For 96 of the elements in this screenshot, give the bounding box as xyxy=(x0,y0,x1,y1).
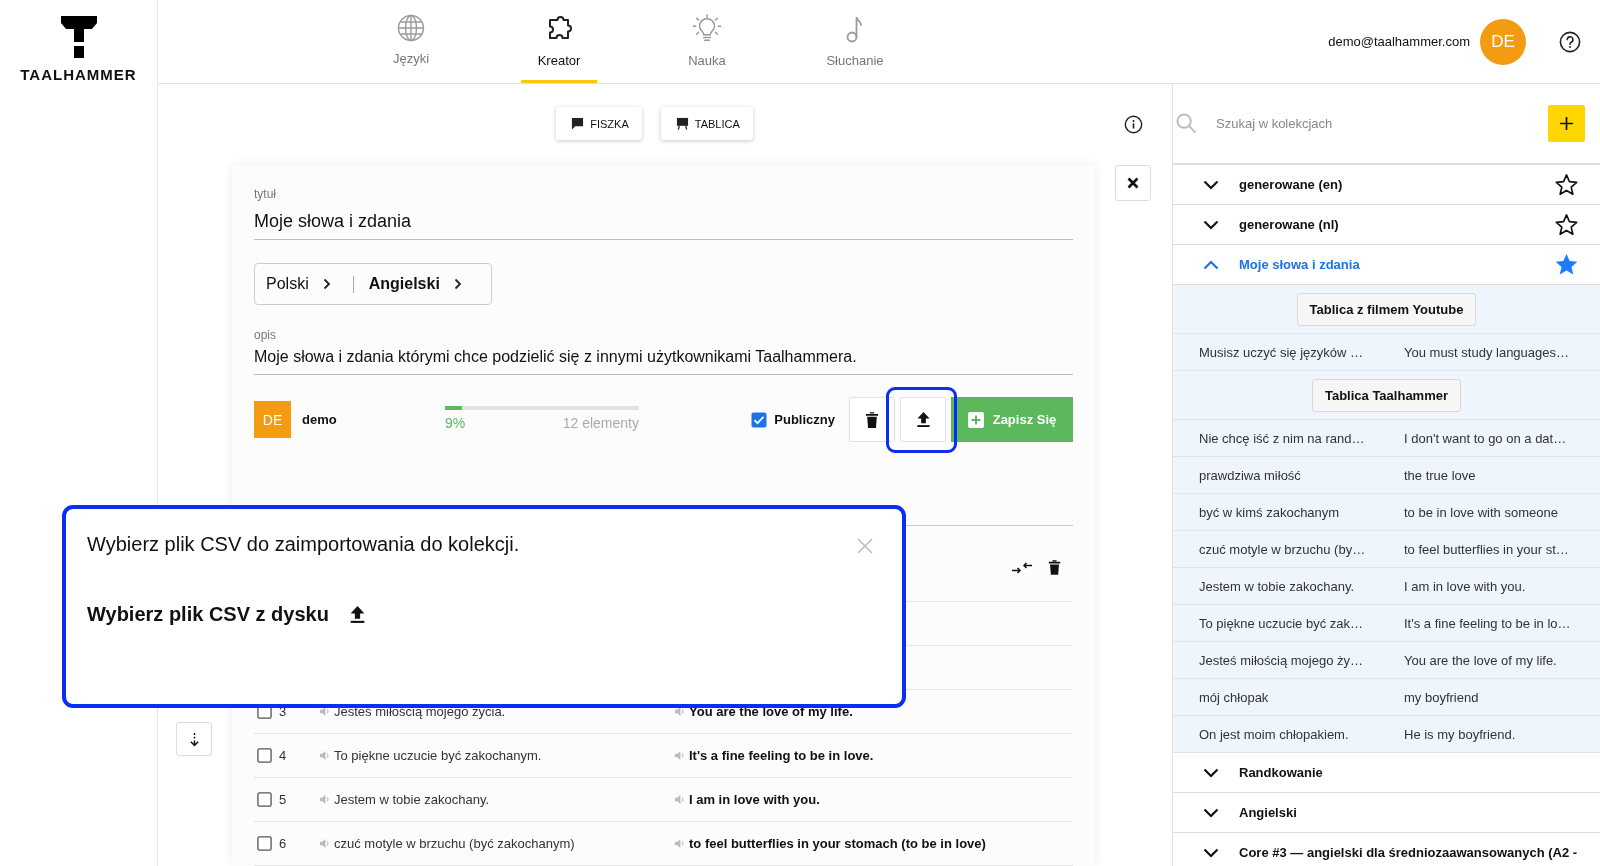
nav-tab[interactable]: Kreator xyxy=(521,0,597,83)
phrase-text: mój chłopak xyxy=(1199,689,1270,705)
collection-toggle[interactable]: Moje słowa i zdania xyxy=(1173,245,1554,284)
star-icon[interactable] xyxy=(1554,252,1579,277)
translation-text: He is my boyfriend. xyxy=(1404,726,1516,742)
upload-icon xyxy=(915,411,931,428)
translation-text: to feel butterflies in your stomach (to be in love) xyxy=(689,836,986,851)
swap-arrows-icon[interactable] xyxy=(1011,560,1033,575)
row-checkbox[interactable] xyxy=(257,748,272,763)
star-outline-icon[interactable] xyxy=(1554,172,1579,197)
row-checkbox[interactable] xyxy=(257,792,272,807)
translation-text: You are the love of my life. xyxy=(1404,652,1557,668)
translation-text: You must study languages… xyxy=(1404,344,1569,360)
trash-icon[interactable] xyxy=(1048,560,1061,575)
phrase-text: Jestem w tobie zakochany. xyxy=(334,792,490,807)
chevron-up-icon xyxy=(1203,259,1219,270)
info-icon[interactable] xyxy=(1123,115,1143,134)
row-number: 5 xyxy=(279,792,288,807)
chat-bubble-icon xyxy=(571,117,585,130)
lightbulb-icon xyxy=(692,14,722,44)
author-name: demo xyxy=(302,412,338,427)
search-icon xyxy=(1176,113,1197,134)
star-outline-icon[interactable] xyxy=(1554,212,1579,237)
phrase-text: Musisz uczyć się języków … xyxy=(1199,344,1364,360)
user-email: demo@taalhammer.com xyxy=(1328,34,1470,49)
progress-percent: 9% xyxy=(445,415,466,431)
translation-text: I don't want to go on a dat… xyxy=(1404,430,1567,446)
title-label: tytuł xyxy=(254,187,276,201)
trash-icon xyxy=(865,411,879,428)
phrase-text: prawdziwa miłość xyxy=(1199,467,1302,483)
chevron-down-icon xyxy=(1203,767,1219,778)
collection-toggle[interactable]: Randkowanie xyxy=(1173,753,1600,792)
plus-square-icon xyxy=(967,411,984,428)
file-pick-button[interactable]: Wybierz plik CSV z dysku xyxy=(87,602,366,626)
translation-text: the true love xyxy=(1404,467,1476,483)
toolbar-button[interactable]: FISZKA xyxy=(556,107,642,140)
translation-text: I am in love with you. xyxy=(689,792,820,807)
translation-text: It's a fine feeling to be in love. xyxy=(689,748,874,763)
delete-button[interactable] xyxy=(849,397,895,442)
board-button[interactable]: Tablica z filmem Youtube xyxy=(1296,292,1477,326)
chevron-down-icon xyxy=(1203,219,1219,230)
source-language-button[interactable]: Polski xyxy=(266,275,331,293)
collection-toggle[interactable]: Angielski xyxy=(1173,793,1600,832)
toolbar-button[interactable]: TABLICA xyxy=(660,107,753,140)
collection-toggle[interactable]: Core #3 — angielski dla średniozaawansowanych (A2 - xyxy=(1173,833,1600,866)
nav-tab[interactable]: Języki xyxy=(373,0,449,83)
logo-text: TAALHAMMER xyxy=(20,66,137,83)
scroll-down-button[interactable] xyxy=(176,722,212,756)
collection-toggle[interactable]: generowane (en) xyxy=(1173,165,1554,204)
item-count: 12 elementy xyxy=(562,415,639,431)
phrase-text: On jest moim chłopakiem. xyxy=(1199,726,1350,742)
phrase-text: To piękne uczucie być zakochanym. xyxy=(334,748,542,763)
chevron-right-icon xyxy=(453,278,462,290)
author-avatar: DE xyxy=(254,401,291,438)
translation-text: It's a fine feeling to be in lo… xyxy=(1404,615,1571,631)
translation-text: to feel butterflies in your st… xyxy=(1404,541,1569,557)
chevron-down-icon xyxy=(1203,847,1219,858)
translation-text: my boyfriend xyxy=(1404,689,1479,705)
chevron-down-icon xyxy=(1203,807,1219,818)
phrase-text: Nie chcę iść z nim na rand… xyxy=(1199,430,1366,446)
public-checkbox[interactable]: Publiczny xyxy=(751,411,835,428)
nav-tab[interactable]: Nauka xyxy=(669,0,745,83)
search-field[interactable]: Szukaj w kolekcjach xyxy=(1176,103,1548,144)
phrase-text: być w kimś zakochanym xyxy=(1199,504,1341,520)
description-label: opis xyxy=(254,328,276,342)
description-field[interactable]: Moje słowa i zdania którymi chce podzielić się z innymi użytkownikami Taalhammera. xyxy=(254,347,1073,375)
add-button[interactable] xyxy=(1548,105,1585,142)
translation-text: to be in love with someone xyxy=(1404,504,1558,520)
phrase-text: To piękne uczucie być zak… xyxy=(1199,615,1365,631)
close-button[interactable] xyxy=(1115,165,1151,201)
target-language-button[interactable]: Angielski xyxy=(368,275,462,293)
phrase-text: Jesteś miłością mojego ży… xyxy=(1199,652,1364,668)
phrase-text: Jesteś miłością mojego życia. xyxy=(334,704,506,719)
close-icon xyxy=(1127,177,1139,189)
row-checkbox[interactable] xyxy=(257,836,272,851)
upload-icon xyxy=(348,604,366,624)
phrase-text: Jestem w tobie zakochany. xyxy=(1199,578,1356,594)
chevron-down-icon xyxy=(1203,179,1219,190)
help-icon[interactable] xyxy=(1559,30,1581,53)
title-field[interactable]: Moje słowa i zdania xyxy=(254,210,1073,240)
dialog-message: Wybierz plik CSV do zaimportowania do kolekcji. xyxy=(87,532,521,556)
globe-icon xyxy=(397,14,425,42)
row-number: 4 xyxy=(279,748,288,763)
dashed-down-arrow-icon xyxy=(188,731,200,747)
translation-text: I am in love with you. xyxy=(1404,578,1526,594)
nav-tab[interactable]: Słuchanie xyxy=(817,0,893,83)
board-button[interactable]: Tablica Taalhammer xyxy=(1311,378,1462,412)
collection-toggle[interactable]: generowane (nl) xyxy=(1173,205,1554,244)
upload-button[interactable] xyxy=(900,397,946,442)
row-number: 6 xyxy=(279,836,288,851)
chevron-right-icon xyxy=(322,278,331,290)
logo-icon xyxy=(60,16,97,58)
board-icon xyxy=(675,117,689,130)
phrase-text: czuć motyle w brzuchu (być zakochanym) xyxy=(334,836,575,851)
phrase-text: czuć motyle w brzuchu (by… xyxy=(1199,541,1367,557)
plus-icon xyxy=(1559,116,1574,131)
